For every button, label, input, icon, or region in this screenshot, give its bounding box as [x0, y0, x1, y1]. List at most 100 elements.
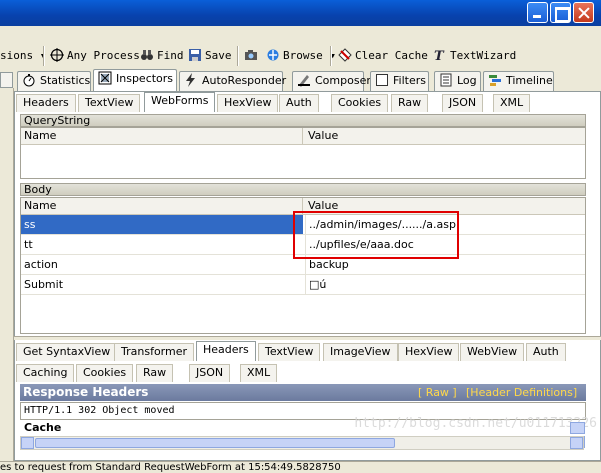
close-button[interactable] — [573, 2, 594, 23]
tab-get-syntaxview[interactable]: Get SyntaxView — [16, 343, 118, 361]
screenshot-button[interactable] — [244, 47, 261, 65]
sessions-label: sions ▾ — [0, 49, 47, 62]
scroll-right-button[interactable] — [570, 437, 583, 449]
toolbar-separator — [43, 46, 45, 66]
tab-autoresponder[interactable]: AutoResponder — [179, 71, 286, 91]
querystring-col-name[interactable]: Name — [21, 128, 303, 144]
tab-timeline-label: Timeline — [506, 74, 553, 87]
row-name: tt — [24, 238, 33, 251]
body-title: Body — [20, 183, 586, 196]
tab-response-xml[interactable]: XML — [240, 364, 278, 382]
horizontal-scrollbar[interactable] — [20, 436, 584, 450]
binoculars-icon — [141, 50, 153, 60]
raw-link[interactable]: [ Raw ] — [418, 384, 457, 401]
tab-request-auth[interactable]: Auth — [279, 94, 319, 112]
tab-response-cookies[interactable]: Cookies — [76, 364, 134, 382]
pane-splitter[interactable] — [14, 336, 601, 340]
scrollbar-thumb[interactable] — [35, 438, 395, 448]
tab-request-textview[interactable]: TextView — [78, 94, 141, 112]
clear-cache-icon — [338, 48, 352, 62]
status-bar: es to request from Standard RequestWebFo… — [0, 461, 601, 473]
text-wizard-button[interactable]: T TextWizard — [433, 47, 516, 65]
tab-request-raw[interactable]: Raw — [391, 94, 429, 112]
save-button[interactable]: Save — [188, 47, 232, 65]
internet-explorer-icon — [267, 49, 279, 61]
sessions-menu[interactable]: sions ▾ — [0, 47, 46, 65]
save-label: Save — [205, 49, 232, 62]
clear-cache-label: Clear Cache — [355, 49, 428, 62]
toolbar: sions ▾ Any Process Find Save Browse ▾ C… — [0, 44, 601, 68]
body-col-name[interactable]: Name — [21, 198, 303, 214]
tab-statistics[interactable]: Statistics — [17, 71, 91, 91]
maximize-button[interactable] — [550, 2, 571, 23]
inspectors-icon — [98, 71, 112, 85]
any-process-label: Any Process — [67, 49, 140, 62]
find-label: Find — [157, 49, 184, 62]
find-button[interactable]: Find — [140, 47, 184, 65]
querystring-grid: Name Value — [20, 127, 586, 179]
querystring-header: Name Value — [21, 128, 585, 145]
any-process-button[interactable]: Any Process — [50, 47, 140, 65]
composer-icon — [298, 75, 310, 87]
tab-log-label: Log — [457, 74, 477, 87]
table-row[interactable]: Submit □ú — [21, 275, 585, 295]
tab-transformer[interactable]: Transformer — [114, 343, 195, 361]
response-tab-strip-1: Get SyntaxView Transformer Headers TextV… — [16, 341, 600, 361]
request-tab-strip: Headers TextView WebForms HexView Auth C… — [16, 92, 600, 112]
row-value[interactable]: □ú — [305, 275, 585, 294]
stopwatch-icon — [23, 74, 35, 87]
row-name: action — [24, 258, 58, 271]
tab-inspectors[interactable]: Inspectors — [93, 69, 177, 91]
title-bar — [0, 0, 601, 26]
camera-icon — [245, 50, 257, 60]
tab-response-auth[interactable]: Auth — [526, 343, 566, 361]
clear-cache-button[interactable]: Clear Cache — [338, 47, 428, 65]
text-wizard-icon: T — [434, 49, 445, 62]
tab-request-headers[interactable]: Headers — [16, 94, 76, 112]
tab-response-headers[interactable]: Headers — [196, 341, 256, 361]
response-headers-title: Response Headers [ Raw ] [Header Definit… — [20, 384, 586, 401]
tab-inspectors-label: Inspectors — [116, 72, 174, 85]
scroll-up-button[interactable] — [570, 422, 585, 434]
text-wizard-label: TextWizard — [450, 49, 517, 62]
browse-button[interactable]: Browse ▾ — [266, 47, 336, 65]
response-tab-strip-2: Caching Cookies Raw JSON XML — [16, 362, 600, 382]
tab-caching[interactable]: Caching — [16, 364, 75, 382]
left-pane-edge — [0, 88, 14, 461]
svg-text:T: T — [434, 49, 445, 62]
status-text: es to request from Standard RequestWebFo… — [0, 462, 341, 473]
tab-request-cookies[interactable]: Cookies — [331, 94, 389, 112]
tab-filters-label: Filters — [393, 74, 426, 87]
scroll-left-button[interactable] — [21, 437, 34, 449]
toolbar-separator — [330, 46, 332, 66]
tab-filters[interactable]: Filters — [370, 71, 429, 91]
save-icon — [189, 49, 201, 61]
main-tab-strip: Statistics Inspectors AutoResponder Comp… — [0, 69, 601, 91]
checkbox-icon — [376, 74, 388, 86]
tab-request-json[interactable]: JSON — [442, 94, 484, 112]
toolbar-separator — [237, 46, 239, 66]
browse-label: Browse ▾ — [283, 49, 336, 62]
timeline-icon — [489, 75, 501, 86]
querystring-col-value[interactable]: Value — [305, 128, 585, 144]
minimize-button[interactable] — [527, 2, 548, 23]
tab-request-xml[interactable]: XML — [493, 94, 531, 112]
tab-response-textview[interactable]: TextView — [258, 343, 321, 361]
tab-statistics-label: Statistics — [40, 74, 91, 87]
tab-request-webforms[interactable]: WebForms — [144, 92, 216, 112]
tab-response-raw[interactable]: Raw — [136, 364, 174, 382]
tab-response-hexview[interactable]: HexView — [398, 343, 460, 361]
tab-webview[interactable]: WebView — [460, 343, 525, 361]
highlight-annotation — [293, 211, 459, 259]
tab-response-json[interactable]: JSON — [189, 364, 231, 382]
row-name: ss — [21, 215, 303, 234]
tab-composer[interactable]: Composer — [292, 71, 371, 91]
tab-request-hexview[interactable]: HexView — [217, 94, 279, 112]
lightning-icon — [186, 73, 195, 87]
header-definitions-link[interactable]: [Header Definitions] — [466, 384, 577, 401]
tab-log[interactable]: Log — [434, 71, 481, 91]
tab-imageview[interactable]: ImageView — [323, 343, 398, 361]
tab-timeline[interactable]: Timeline — [483, 71, 554, 91]
querystring-title: QueryString — [20, 114, 586, 127]
response-headers-title-text: Response Headers — [23, 385, 149, 399]
